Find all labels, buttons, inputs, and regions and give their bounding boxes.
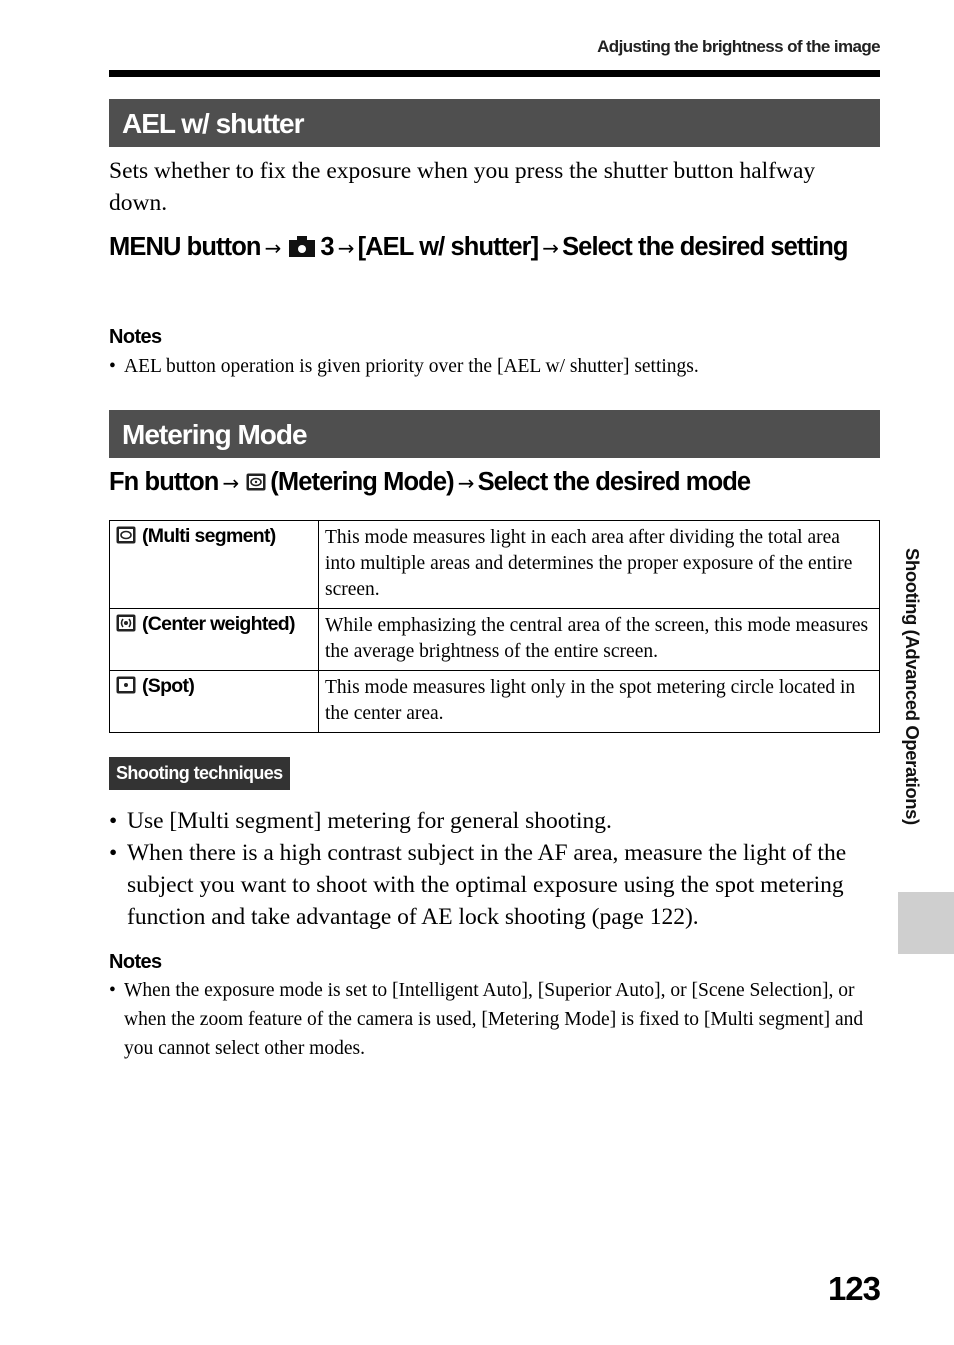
section-header-ael: AEL w/ shutter xyxy=(109,99,880,147)
top-rule-divider xyxy=(109,70,880,77)
mode-name: (Spot) xyxy=(142,675,195,697)
section-header-metering: Metering Mode xyxy=(109,410,880,458)
procedure-step: [AEL w/ shutter] xyxy=(357,233,540,261)
chapter-side-tab-label: Shooting (Advanced Operations) xyxy=(902,548,923,825)
arrow-right-icon: → xyxy=(337,236,355,260)
shooting-techniques-badge: Shooting techniques xyxy=(109,757,290,790)
arrow-right-icon: → xyxy=(264,236,282,260)
multi-segment-icon xyxy=(116,526,136,544)
procedure-step: Select the desired setting xyxy=(562,233,848,261)
mode-name: (Center weighted) xyxy=(142,613,295,635)
mode-description: This mode measures light only in the spo… xyxy=(318,670,880,733)
mode-description: This mode measures light in each area af… xyxy=(318,520,880,609)
table-row: (Center weighted) While emphasizing the … xyxy=(109,608,880,671)
section-title: AEL w/ shutter xyxy=(122,108,305,139)
table-row: (Multi segment) This mode measures light… xyxy=(109,520,880,609)
ael-procedure: MENU button → 3 → [AEL w/ shutter] → Select th… xyxy=(109,230,884,266)
mode-name-cell: (Multi segment) xyxy=(109,520,319,609)
mode-name-cell: (Spot) xyxy=(109,670,319,733)
metering-mode-table: (Multi segment) This mode measures light… xyxy=(109,520,880,733)
mode-name: (Multi segment) xyxy=(142,525,276,547)
section-title: Metering Mode xyxy=(122,419,308,450)
procedure-step: Select the desired mode xyxy=(477,468,752,496)
arrow-right-icon: → xyxy=(222,471,239,495)
metering-mode-icon xyxy=(246,466,266,491)
ael-description: Sets whether to fix the exposure when yo… xyxy=(109,158,816,216)
notes-heading: Notes xyxy=(109,326,162,348)
procedure-step: MENU button xyxy=(109,233,261,261)
technique-item: When there is a high contrast subject in… xyxy=(109,837,884,933)
procedure-step: 3 xyxy=(320,233,334,261)
note-item: When the exposure mode is set to [Intell… xyxy=(109,976,884,1063)
arrow-right-icon: → xyxy=(542,236,559,260)
running-head: Adjusting the brightness of the image xyxy=(597,37,880,56)
chapter-side-tab: Shooting (Advanced Operations) xyxy=(897,548,927,870)
spot-icon xyxy=(116,676,136,694)
procedure-step: (Metering Mode) xyxy=(270,468,454,496)
chapter-tab-marker xyxy=(898,892,954,954)
metering-procedure: Fn button → (Metering Mode) → Select the des… xyxy=(109,465,884,501)
notes-heading: Notes xyxy=(109,951,162,973)
technique-item: Use [Multi segment] metering for general… xyxy=(109,805,884,837)
mode-description: While emphasizing the central area of th… xyxy=(318,608,880,671)
note-item: AEL button operation is given priority o… xyxy=(109,352,884,381)
arrow-right-icon: → xyxy=(457,471,475,495)
center-weighted-icon xyxy=(116,614,136,632)
procedure-step: Fn button xyxy=(109,468,219,496)
camera-icon xyxy=(288,232,316,257)
table-row: (Spot) This mode measures light only in … xyxy=(109,670,880,733)
page-number: 123 xyxy=(827,1270,881,1307)
mode-name-cell: (Center weighted) xyxy=(109,608,319,671)
